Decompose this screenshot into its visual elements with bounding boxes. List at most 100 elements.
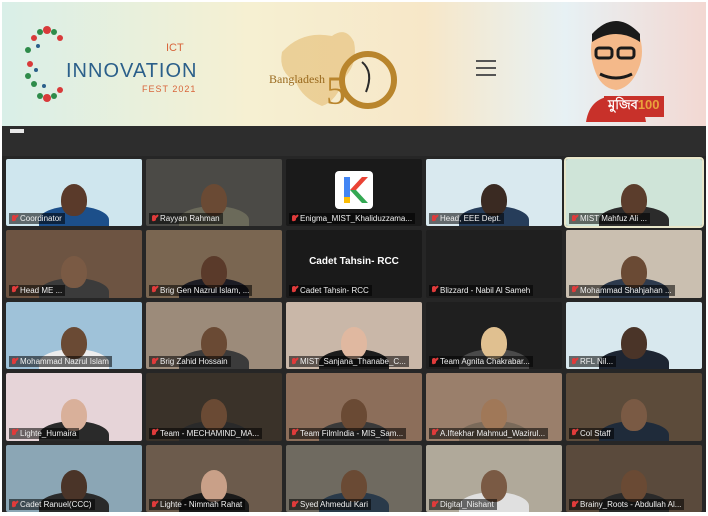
muted-mic-icon	[151, 357, 157, 366]
participant-tile[interactable]: Brig Gen Nazrul Islam, ...	[146, 230, 282, 298]
participant-name: Mohammad Shahjahan ...	[580, 285, 672, 295]
participant-name-bar: Brainy_Roots - Abdullah Al...	[569, 499, 685, 510]
participant-tile[interactable]: Brig Zahid Hossain	[146, 301, 282, 370]
participant-tile[interactable]: Digital_Nishant	[426, 444, 562, 512]
participant-tile[interactable]: MIST_Sanjana_Thanabe_C...	[286, 301, 422, 370]
participant-name: Cadet Tahsin- RCC	[300, 285, 369, 295]
muted-mic-icon	[431, 500, 437, 509]
muted-mic-icon	[151, 286, 157, 294]
participant-name: Team - MECHAMIND_MA...	[160, 428, 260, 438]
participant-head	[61, 327, 87, 360]
participant-head	[621, 255, 647, 288]
participant-tile[interactable]: Head ME ...	[6, 230, 142, 298]
participant-head	[201, 327, 227, 360]
muted-mic-icon	[291, 357, 297, 366]
fest-year-label: FEST 2021	[142, 84, 197, 94]
participant-name-bar: Lighte_Humaira	[9, 427, 80, 439]
participant-tile[interactable]: Team Agnita Chakrabar...	[426, 301, 562, 370]
participant-name-bar: Mohammad Nazrul Islam	[9, 356, 112, 368]
muted-mic-icon	[431, 286, 437, 294]
participant-name-bar: Brig Gen Nazrul Islam, ...	[149, 284, 253, 296]
muted-mic-icon	[11, 214, 17, 223]
participant-name: Team FilmIndia - MIS_Sam...	[300, 428, 404, 438]
participant-name: Lighte_Humaira	[20, 428, 77, 438]
participant-name: Syed Ahmedul Kari	[300, 500, 369, 509]
participant-name: Coordinator	[20, 214, 62, 224]
participant-name: Brainy_Roots - Abdullah Al...	[580, 500, 682, 509]
participant-tile[interactable]: Syed Ahmedul Kari	[286, 444, 422, 512]
participant-name-bar: Team FilmIndia - MIS_Sam...	[289, 427, 407, 439]
muted-mic-icon	[291, 500, 297, 509]
innovation-logo-icon	[25, 26, 63, 102]
k-app-logo-icon	[335, 171, 373, 209]
participant-name-bar: MIST_Sanjana_Thanabe_C...	[289, 356, 409, 368]
participant-name: Head ME ...	[20, 285, 63, 295]
muted-mic-icon	[151, 500, 157, 509]
participant-tile[interactable]: Team FilmIndia - MIS_Sam...	[286, 373, 422, 441]
participant-name-bar: Cadet Tahsin- RCC	[289, 284, 372, 296]
svg-text:5: 5	[326, 68, 346, 113]
participant-tile[interactable]: Brainy_Roots - Abdullah Al...	[566, 444, 702, 512]
participant-tile[interactable]: MIST Mahfuz Ali ...	[564, 156, 704, 229]
participant-tile[interactable]: RFL Nil...	[566, 301, 702, 370]
participant-name: Mohammad Nazrul Islam	[20, 357, 109, 367]
participant-name-bar: Enigma_MIST_Khaliduzzama...	[289, 213, 416, 225]
participant-name: A.Iftekhar Mahmud_Wazirul...	[440, 428, 546, 438]
participant-name: Brig Zahid Hossain	[160, 357, 228, 367]
participant-head	[621, 184, 647, 217]
participant-tile[interactable]: Coordinator	[6, 159, 142, 227]
muted-mic-icon	[571, 429, 577, 437]
participant-head	[61, 184, 87, 217]
hamburger-menu-icon[interactable]	[476, 60, 496, 76]
participant-tile[interactable]: Mohammad Nazrul Islam	[6, 301, 142, 370]
muted-mic-icon	[291, 286, 297, 294]
participant-name-bar: MIST Mahfuz Ali ...	[569, 213, 650, 225]
participant-video-grid: Coordinator Rayyan Rahman Enigma_MIST_Khal…	[2, 156, 706, 512]
participant-head	[621, 470, 647, 502]
participant-tile[interactable]: Head, EEE Dept.	[426, 159, 562, 227]
participant-name-bar: Col Staff	[569, 427, 614, 439]
participant-tile[interactable]: Team - MECHAMIND_MA...	[146, 373, 282, 441]
participant-head	[481, 470, 507, 502]
muted-mic-icon	[291, 214, 297, 223]
participant-name: RFL Nil...	[580, 357, 614, 367]
event-banner: ICT INNOVATION FEST 2021 5 Bangladesh মু…	[2, 2, 706, 126]
mujib-100-label: মুজিব100	[604, 96, 664, 117]
participant-tile[interactable]: Lighte - Nimmah Rahat	[146, 444, 282, 512]
participant-name: Lighte - Nimmah Rahat	[160, 500, 243, 509]
participant-head	[201, 470, 227, 502]
participant-name-bar: RFL Nil...	[569, 356, 617, 368]
mujib-text: মুজিব	[608, 97, 638, 112]
participant-display-name: Cadet Tahsin- RCC	[309, 256, 399, 268]
participant-name-bar: Team - MECHAMIND_MA...	[149, 427, 263, 439]
participant-name: Blizzard - Nabil Al Sameh	[440, 285, 531, 295]
muted-mic-icon	[291, 429, 297, 437]
participant-tile[interactable]: Col Staff	[566, 373, 702, 441]
participant-tile[interactable]: Rayyan Rahman	[146, 159, 282, 227]
participant-name-bar: Blizzard - Nabil Al Sameh	[429, 284, 534, 296]
toolbar-strip	[2, 126, 706, 156]
muted-mic-icon	[11, 286, 17, 294]
muted-mic-icon	[431, 357, 437, 366]
participant-name: Cadet Ranuel(CCC)	[20, 500, 92, 509]
participant-tile[interactable]: A.Iftekhar Mahmud_Wazirul...	[426, 373, 562, 441]
participant-tile[interactable]: Mohammad Shahjahan ...	[566, 230, 702, 298]
participant-name-bar: Lighte - Nimmah Rahat	[149, 499, 246, 510]
participant-name: Col Staff	[580, 428, 611, 438]
participant-tile[interactable]: Enigma_MIST_Khaliduzzama...	[286, 159, 422, 227]
bangladesh-label: Bangladesh	[269, 72, 325, 86]
participant-tile[interactable]: Lighte_Humaira	[6, 373, 142, 441]
participant-head	[481, 398, 507, 431]
participant-head	[341, 398, 367, 431]
participant-tile[interactable]: Blizzard - Nabil Al Sameh	[426, 230, 562, 298]
participant-tile[interactable]: Cadet Tahsin- RCC Cadet Tahsin- RCC	[286, 230, 422, 298]
mujib-number: 100	[637, 97, 660, 112]
participant-head	[61, 398, 87, 431]
muted-mic-icon	[11, 500, 17, 509]
participant-tile[interactable]: Cadet Ranuel(CCC)	[6, 444, 142, 512]
participant-name-bar: Coordinator	[9, 213, 65, 225]
participant-head	[61, 255, 87, 288]
muted-mic-icon	[571, 357, 577, 366]
participant-name: MIST Mahfuz Ali ...	[580, 214, 647, 224]
participant-name-bar: Cadet Ranuel(CCC)	[9, 499, 95, 510]
